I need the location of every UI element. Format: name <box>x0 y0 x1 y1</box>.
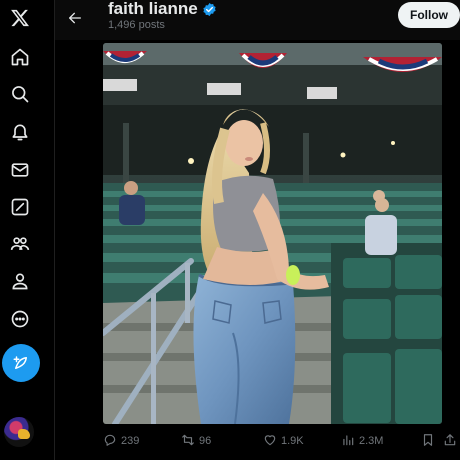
repost-action[interactable]: 96 <box>181 428 211 454</box>
profile-header: faith lianne 1,496 posts Follow <box>55 0 460 40</box>
like-action[interactable]: 1.9K <box>263 428 304 454</box>
compose-post-button[interactable] <box>2 344 40 382</box>
follow-button[interactable]: Follow <box>398 2 460 28</box>
like-count: 1.9K <box>281 435 304 447</box>
reply-action[interactable]: 239 <box>103 428 139 454</box>
communities-icon[interactable] <box>0 226 40 262</box>
repost-count: 96 <box>199 435 212 447</box>
reply-icon <box>103 433 117 450</box>
more-icon[interactable] <box>0 301 40 337</box>
profile-name: faith lianne <box>108 0 198 18</box>
profile-icon[interactable] <box>0 263 40 299</box>
posts-count: 1,496 posts <box>108 19 165 31</box>
main-column: faith lianne 1,496 posts Follow 239 96 1… <box>54 0 460 460</box>
x-logo-icon[interactable] <box>0 0 40 36</box>
grok-icon[interactable] <box>0 189 40 225</box>
views-action[interactable]: 2.3M <box>341 428 383 454</box>
back-arrow-icon[interactable] <box>61 4 89 32</box>
post-photo[interactable] <box>103 43 442 424</box>
share-action[interactable] <box>443 428 457 454</box>
repost-icon <box>181 433 195 450</box>
messages-icon[interactable] <box>0 152 40 188</box>
notifications-icon[interactable] <box>0 114 40 150</box>
verified-badge-icon <box>202 2 217 17</box>
share-icon <box>443 433 457 450</box>
post-actions-bar: 239 96 1.9K 2.3M <box>103 428 459 454</box>
reply-count: 239 <box>121 435 140 447</box>
views-count: 2.3M <box>359 435 384 447</box>
bookmark-action[interactable] <box>421 428 435 454</box>
left-navigation <box>0 0 40 460</box>
heart-icon <box>263 433 277 450</box>
explore-icon[interactable] <box>0 76 40 112</box>
bookmark-icon <box>421 433 435 450</box>
home-icon[interactable] <box>0 39 40 75</box>
profile-name-row: faith lianne <box>108 0 217 19</box>
views-chart-icon <box>341 433 355 450</box>
account-avatar[interactable] <box>4 417 34 447</box>
